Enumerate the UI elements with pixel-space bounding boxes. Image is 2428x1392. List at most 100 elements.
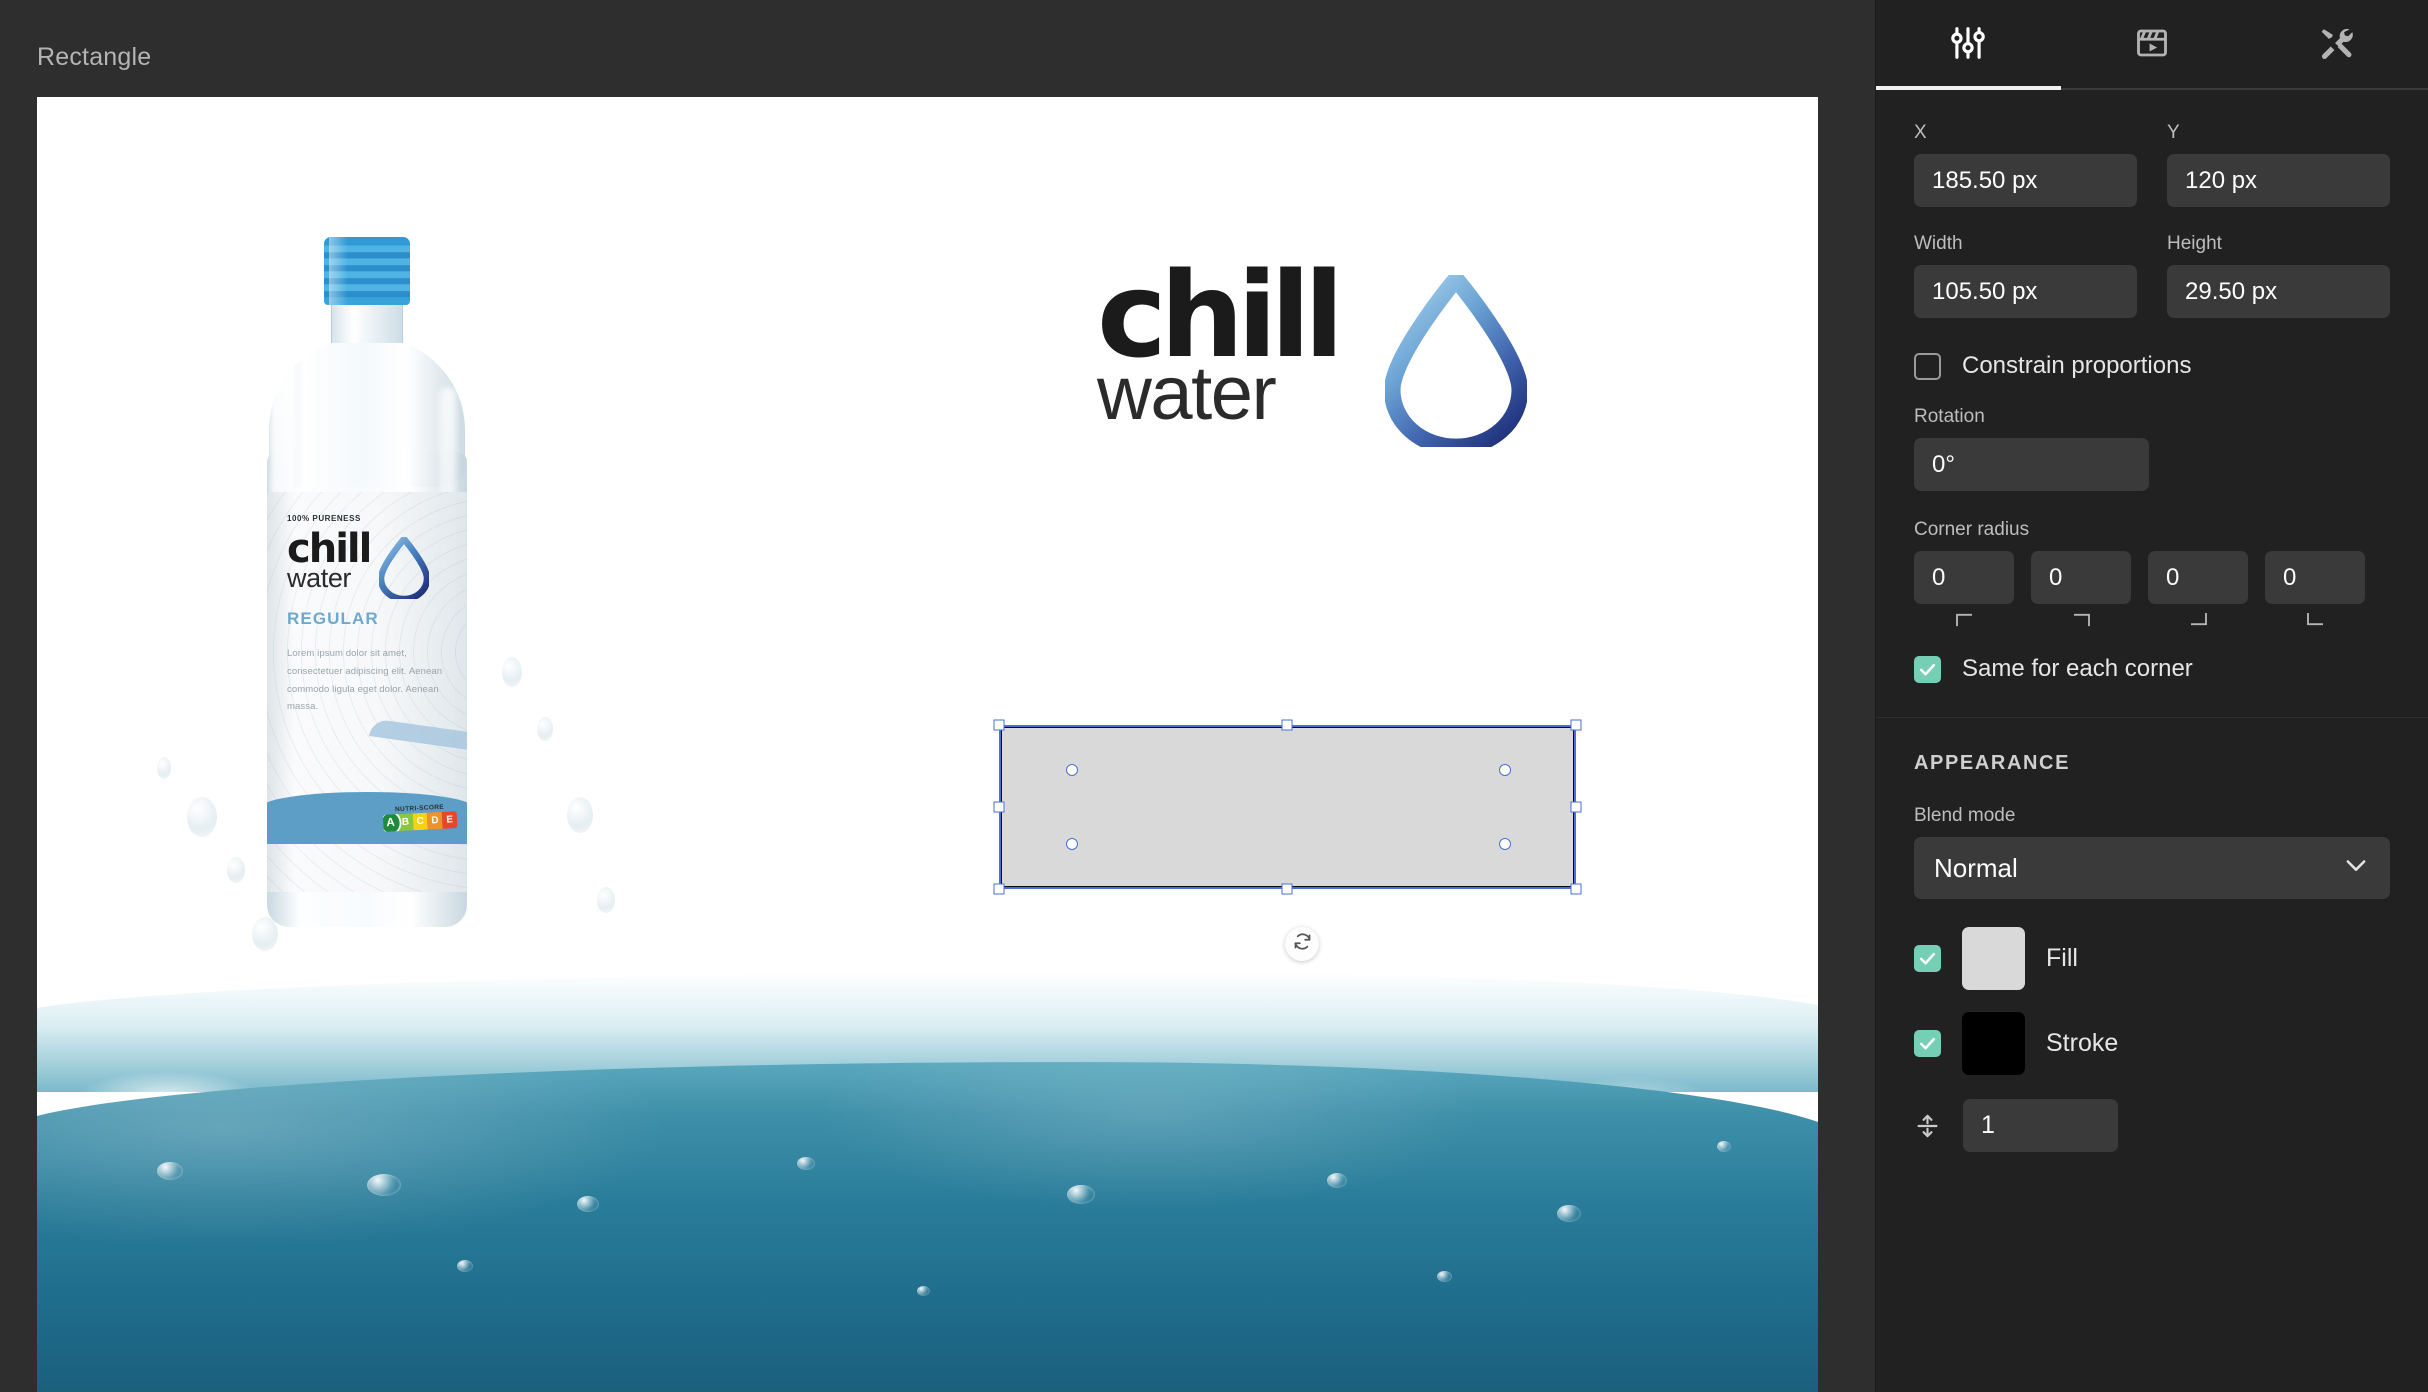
resize-handle-middle-left[interactable] xyxy=(993,801,1005,813)
stroke-color-swatch[interactable] xyxy=(1962,1012,2025,1075)
transform-section: X 185.50 px Y 120 px Width 105.50 px Hei… xyxy=(1876,90,2428,683)
y-field-group: Y 120 px xyxy=(2167,122,2390,207)
nutri-score-badge: NUTRI-SCORE A B C D E xyxy=(382,803,458,832)
stroke-label: Stroke xyxy=(2046,1029,2119,1057)
stroke-width-input[interactable]: 1 xyxy=(1963,1099,2118,1152)
stroke-width-row: 1 xyxy=(1914,1099,2390,1152)
chevron-down-icon xyxy=(2342,851,2370,886)
bubble xyxy=(367,1174,401,1196)
width-field-group: Width 105.50 px xyxy=(1914,233,2137,318)
resize-handle-top-left[interactable] xyxy=(993,719,1005,731)
bottle-cap xyxy=(324,237,410,305)
splash-droplet xyxy=(227,857,245,883)
bubble xyxy=(1067,1185,1095,1204)
height-field-group: Height 29.50 px xyxy=(2167,233,2390,318)
app-root: Rectangle 100% PURENESS chill water REGU… xyxy=(0,0,2428,1392)
corner-radius-handle-top-left[interactable] xyxy=(1066,764,1078,776)
splash-droplet xyxy=(502,657,522,687)
fill-color-swatch[interactable] xyxy=(1962,927,2025,990)
tab-animation[interactable] xyxy=(2060,0,2244,90)
appearance-section: APPEARANCE Blend mode Normal Fill Stroke… xyxy=(1876,718,2428,1152)
bottom-left-corner-icon xyxy=(2306,612,2323,626)
brand-logo: chill water xyxy=(1097,256,1529,456)
tab-tools[interactable] xyxy=(2244,0,2428,90)
height-label: Height xyxy=(2167,233,2222,254)
x-input[interactable]: 185.50 px xyxy=(1914,154,2137,207)
same-for-each-corner-row[interactable]: Same for each corner xyxy=(1914,655,2390,683)
stroke-row: Stroke xyxy=(1914,1012,2390,1075)
top-right-corner-icon xyxy=(2073,613,2090,627)
design-canvas[interactable]: 100% PURENESS chill water REGULAR Lorem … xyxy=(37,97,1818,1392)
resize-handle-bottom-right[interactable] xyxy=(1570,883,1582,895)
wh-row: Width 105.50 px Height 29.50 px xyxy=(1914,233,2390,318)
splash-droplet xyxy=(537,717,553,741)
nutri-grade-a: A xyxy=(382,812,400,832)
rotate-handle[interactable] xyxy=(1285,927,1319,961)
splash-droplet xyxy=(187,797,217,837)
width-input[interactable]: 105.50 px xyxy=(1914,265,2137,318)
nutri-grade-b: B xyxy=(397,813,414,832)
constrain-proportions-checkbox[interactable] xyxy=(1914,352,1941,380)
label-pureness-text: 100% PURENESS xyxy=(287,514,361,523)
properties-panel: X 185.50 px Y 120 px Width 105.50 px Hei… xyxy=(1875,0,2428,1392)
water-bottle-image: 100% PURENESS chill water REGULAR Lorem … xyxy=(252,237,482,927)
same-for-each-corner-label: Same for each corner xyxy=(1962,655,2193,682)
selected-rectangle-shape[interactable] xyxy=(1001,727,1574,887)
resize-handle-bottom-left[interactable] xyxy=(993,883,1005,895)
resize-handle-top-center[interactable] xyxy=(1281,719,1293,731)
fill-row: Fill xyxy=(1914,927,2390,990)
splash-droplet xyxy=(597,887,615,913)
resize-handle-middle-right[interactable] xyxy=(1570,801,1582,813)
bottle-shoulder xyxy=(269,337,465,487)
same-for-each-corner-checkbox[interactable] xyxy=(1914,655,1941,683)
constrain-proportions-label: Constrain proportions xyxy=(1962,352,2192,379)
bubble xyxy=(1557,1205,1581,1222)
tab-properties[interactable] xyxy=(1876,0,2060,90)
check-icon xyxy=(1919,663,1936,676)
bubble xyxy=(577,1196,599,1212)
x-label: X xyxy=(1914,122,1927,143)
check-icon xyxy=(1919,1037,1936,1050)
water-drop-icon xyxy=(1383,266,1529,456)
bubble xyxy=(1437,1271,1452,1282)
corner-radius-handle-bottom-right[interactable] xyxy=(1499,838,1511,850)
appearance-title: APPEARANCE xyxy=(1914,752,2071,774)
corner-radius-handle-bottom-left[interactable] xyxy=(1066,838,1078,850)
bubble xyxy=(457,1260,473,1272)
blend-mode-value: Normal xyxy=(1934,852,2018,883)
water-drop-icon xyxy=(377,533,431,603)
blend-mode-select[interactable]: Normal xyxy=(1914,837,2390,899)
bottle-neck xyxy=(331,301,403,343)
constrain-proportions-row[interactable]: Constrain proportions xyxy=(1914,352,2390,380)
blend-mode-label: Blend mode xyxy=(1914,805,2016,826)
tools-icon xyxy=(2317,24,2355,67)
corner-radius-bottom-left-input[interactable]: 0 xyxy=(2265,551,2365,604)
clapperboard-icon xyxy=(2134,25,2170,66)
corner-radius-inputs: 0 0 0 0 xyxy=(1914,551,2390,604)
panel-tabs xyxy=(1876,0,2428,90)
corner-radius-label: Corner radius xyxy=(1914,519,2030,540)
corner-radius-markers xyxy=(1914,612,2390,627)
height-input[interactable]: 29.50 px xyxy=(2167,265,2390,318)
corner-radius-top-left-input[interactable]: 0 xyxy=(1914,551,2014,604)
bottom-right-corner-icon xyxy=(2190,612,2207,626)
bubble xyxy=(157,1162,183,1180)
bubble xyxy=(1717,1141,1731,1152)
corner-radius-top-right-input[interactable]: 0 xyxy=(2031,551,2131,604)
resize-handle-top-right[interactable] xyxy=(1570,719,1582,731)
corner-radius-bottom-right-input[interactable]: 0 xyxy=(2148,551,2248,604)
rotation-label: Rotation xyxy=(1914,406,1985,427)
fill-visibility-checkbox[interactable] xyxy=(1914,945,1941,972)
resize-handle-bottom-center[interactable] xyxy=(1281,883,1293,895)
stroke-visibility-checkbox[interactable] xyxy=(1914,1030,1941,1057)
rotation-input[interactable]: 0° xyxy=(1914,438,2149,491)
stroke-width-icon xyxy=(1914,1111,1941,1141)
y-input[interactable]: 120 px xyxy=(2167,154,2390,207)
corner-radius-handle-top-right[interactable] xyxy=(1499,764,1511,776)
splash-droplet xyxy=(157,757,171,779)
y-label: Y xyxy=(2167,122,2180,143)
water-photo xyxy=(37,962,1818,1392)
xy-row: X 185.50 px Y 120 px xyxy=(1914,122,2390,207)
fill-label: Fill xyxy=(2046,944,2078,972)
rotate-icon xyxy=(1292,931,1313,957)
